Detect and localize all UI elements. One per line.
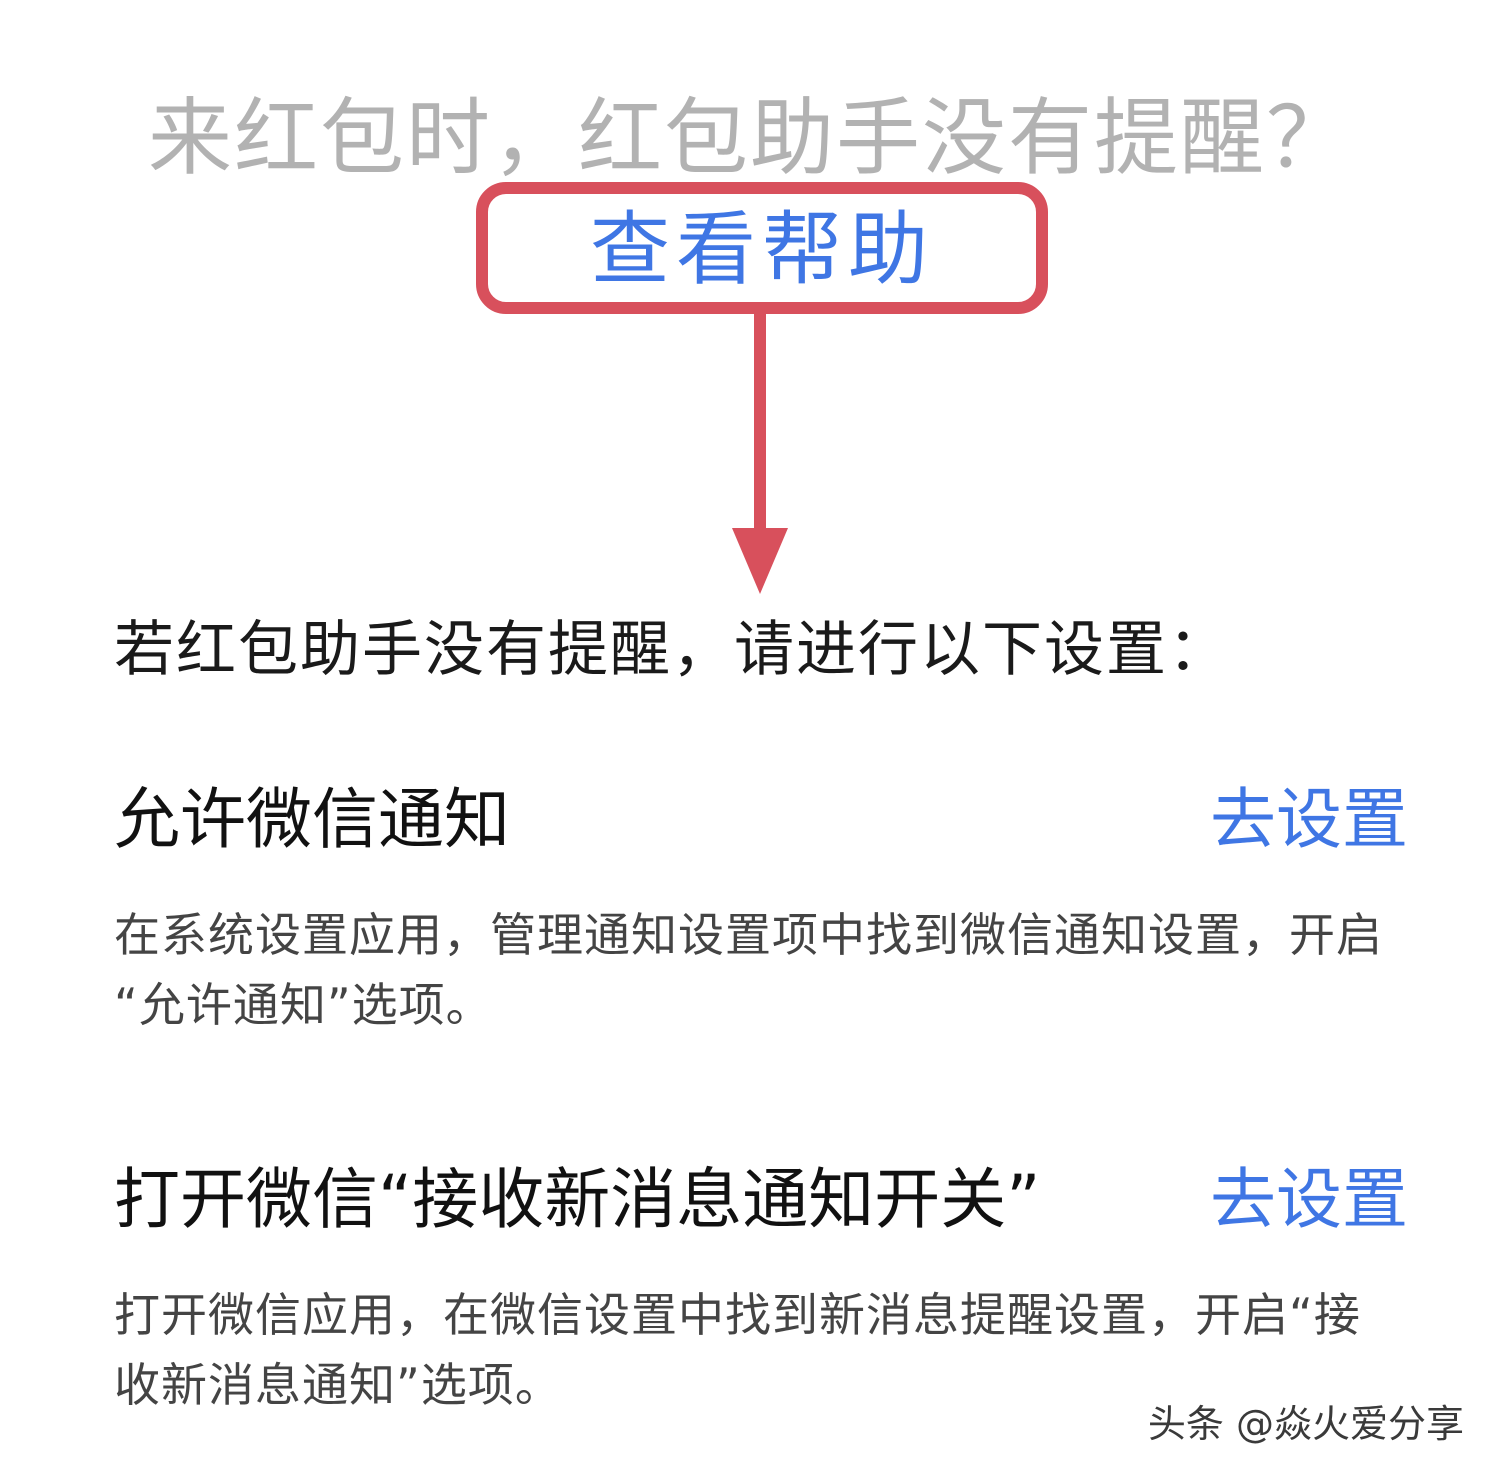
description-line: 打开微信应用，在微信设置中找到新消息提醒设置，开启“接 — [114, 1288, 1361, 1342]
question-heading: 来红包时，红包助手没有提醒？ — [147, 89, 1352, 187]
enable-new-message-switch-description: 打开微信应用，在微信设置中找到新消息提醒设置，开启“接 收新消息通知”选项。 — [114, 1280, 1404, 1420]
view-help-link[interactable]: 查看帮助 — [476, 202, 1048, 298]
description-line: “允许通知”选项。 — [114, 978, 493, 1032]
go-settings-button-notification[interactable]: 去设置 — [1210, 780, 1408, 860]
description-line: 在系统设置应用，管理通知设置项中找到微信通知设置，开启 — [114, 908, 1383, 962]
watermark: 头条 @焱火爱分享 — [1147, 1402, 1464, 1446]
intro-text: 若红包助手没有提醒，请进行以下设置： — [114, 615, 1230, 685]
down-arrow-icon — [732, 314, 788, 594]
enable-new-message-switch-title: 打开微信“接收新消息通知开关” — [114, 1161, 1041, 1238]
allow-wechat-notification-description: 在系统设置应用，管理通知设置项中找到微信通知设置，开启 “允许通知”选项。 — [114, 900, 1404, 1040]
allow-wechat-notification-title: 允许微信通知 — [114, 781, 510, 858]
go-settings-button-new-message[interactable]: 去设置 — [1210, 1160, 1408, 1240]
